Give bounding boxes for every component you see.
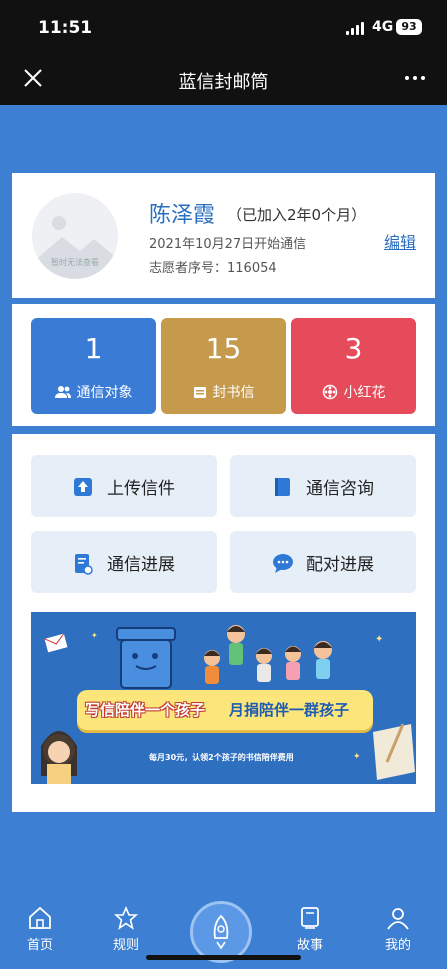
nav-bar: 蓝信封邮筒 [0, 58, 447, 105]
volunteer-number: 志愿者序号：116054 [149, 261, 277, 276]
slogan-left: 写信陪伴一个孩子 [85, 701, 206, 719]
stat-flowers[interactable]: 3 小红花 [291, 318, 416, 414]
consult-button[interactable]: 通信咨询 [230, 455, 416, 517]
page-title: 蓝信封邮筒 [178, 72, 269, 93]
stat-letters[interactable]: 15 封书信 [161, 318, 286, 414]
chat-icon [273, 554, 293, 573]
tab-label: 故事 [296, 938, 323, 953]
avatar-placeholder-text: 暂时无法查看 [51, 258, 99, 267]
stat-value: 15 [205, 332, 242, 365]
slogan-right: 月捐陪伴一群孩子 [229, 701, 350, 719]
home-icon [29, 906, 51, 929]
start-date: 2021年10月27日开始通信 [149, 237, 307, 252]
svg-text:✦: ✦ [91, 631, 98, 640]
user-name: 陈泽霞 [149, 203, 216, 228]
story-icon [301, 907, 319, 929]
progress-doc-icon [75, 554, 93, 575]
svg-text:✦: ✦ [375, 634, 383, 645]
status-time: 11:51 [38, 18, 93, 38]
action-label: 配对进展 [306, 555, 374, 575]
stats-panel: 1 通信对象 15 封书信 3 小红花 [12, 304, 435, 426]
tab-label: 规则 [112, 938, 139, 953]
upload-icon [74, 478, 92, 496]
edit-link[interactable]: 编辑 [384, 229, 416, 253]
banner-subtitle: 每月30元，认领2个孩子的书信陪伴费用 [149, 753, 294, 762]
action-label: 通信咨询 [306, 479, 374, 499]
tab-home[interactable]: 首页 [10, 905, 70, 953]
action-label: 通信进展 [107, 555, 175, 575]
tab-label: 我的 [384, 938, 411, 953]
donation-banner[interactable]: ✦ ✦ ✦ 写信陪伴一个孩子 月捐陪伴一群孩子 每月30元，认领2个孩子的书信陪… [31, 612, 416, 784]
stat-value: 1 [84, 332, 103, 365]
tab-mine[interactable]: 我的 [368, 905, 428, 953]
stat-label: 通信对象 [76, 385, 133, 401]
flower-icon [322, 384, 337, 400]
joined-duration: （已加入2年0个月） [227, 206, 367, 224]
svg-text:✦: ✦ [353, 752, 361, 762]
letter-icon [193, 387, 206, 398]
actions-panel: 上传信件 通信咨询 通信进展 配对进展 ✦ ✦ ✦ 写信陪伴一个孩子 月捐陪伴一… [12, 434, 435, 812]
contacts-icon [54, 386, 71, 398]
stat-contacts[interactable]: 1 通信对象 [31, 318, 156, 414]
book-icon [275, 478, 290, 496]
avatar[interactable]: 暂时无法查看 [32, 193, 118, 279]
status-bar: 11:51 4G 93 [0, 0, 447, 58]
rocket-icon [213, 914, 229, 950]
signal-icon [346, 22, 364, 35]
battery-icon: 93 [396, 19, 422, 35]
star-icon [113, 905, 139, 930]
stat-label: 封书信 [212, 385, 255, 401]
home-indicator [146, 955, 301, 960]
profile-card: 暂时无法查看 陈泽霞 （已加入2年0个月） 2021年10月27日开始通信 志愿… [12, 173, 435, 298]
center-action-button[interactable] [190, 901, 252, 963]
tab-label: 首页 [26, 938, 53, 953]
stat-value: 3 [344, 332, 363, 365]
progress-button[interactable]: 通信进展 [31, 531, 217, 593]
network-label: 4G [372, 19, 394, 35]
tab-stories[interactable]: 故事 [280, 905, 340, 953]
upload-letter-button[interactable]: 上传信件 [31, 455, 217, 517]
stat-label: 小红花 [343, 385, 386, 401]
banner-slogan: 写信陪伴一个孩子 月捐陪伴一群孩子 [77, 690, 373, 730]
tab-rules[interactable]: 规则 [96, 905, 156, 953]
matching-button[interactable]: 配对进展 [230, 531, 416, 593]
action-label: 上传信件 [107, 479, 175, 499]
user-icon [387, 908, 409, 930]
more-icon[interactable] [405, 76, 425, 80]
